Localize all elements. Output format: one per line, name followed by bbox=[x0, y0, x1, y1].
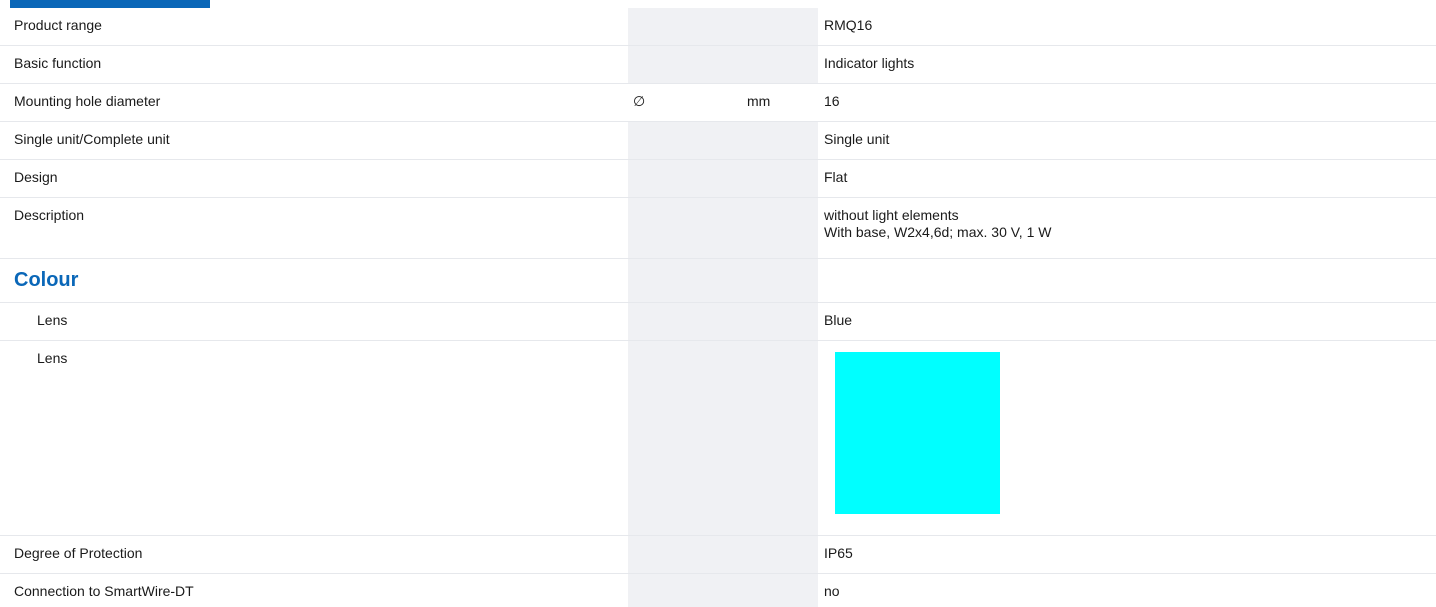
row-label: Basic function bbox=[14, 55, 102, 71]
table-row: Degree of Protection IP65 bbox=[0, 535, 1436, 574]
unit-label: mm bbox=[747, 93, 771, 109]
table-row: Design Flat bbox=[0, 159, 1436, 198]
row-label: Description bbox=[14, 207, 85, 223]
row-label: Lens bbox=[37, 312, 68, 328]
row-value: IP65 bbox=[824, 545, 853, 561]
row-value: Flat bbox=[824, 169, 848, 185]
row-value: Blue bbox=[824, 312, 853, 328]
lens-colour-swatch bbox=[835, 352, 1000, 514]
spec-table: Product range RMQ16 Basic function Indic… bbox=[0, 8, 1436, 607]
table-row: Basic function Indicator lights bbox=[0, 45, 1436, 84]
clipped-section-heading bbox=[10, 0, 210, 8]
section-header-row: Colour bbox=[0, 258, 1436, 303]
row-label: Lens bbox=[37, 350, 68, 366]
row-value: no bbox=[824, 583, 840, 599]
row-value: 16 bbox=[824, 93, 840, 109]
table-row: Description without light elements With … bbox=[0, 197, 1436, 259]
clipped-heading-fragment bbox=[10, 0, 210, 8]
description-line-1: without light elements bbox=[824, 207, 959, 223]
row-value: Indicator lights bbox=[824, 55, 915, 71]
table-row: Product range RMQ16 bbox=[0, 8, 1436, 46]
row-label: Connection to SmartWire-DT bbox=[14, 583, 194, 599]
row-label: Design bbox=[14, 169, 58, 185]
row-value: RMQ16 bbox=[824, 17, 873, 33]
row-label: Degree of Protection bbox=[14, 545, 143, 561]
row-label: Product range bbox=[14, 17, 102, 33]
row-value: Single unit bbox=[824, 131, 890, 147]
table-row: Single unit/Complete unit Single unit bbox=[0, 121, 1436, 160]
row-label: Mounting hole diameter bbox=[14, 93, 161, 109]
table-row: Mounting hole diameter ∅ mm 16 bbox=[0, 83, 1436, 122]
table-row: Lens Blue bbox=[0, 302, 1436, 341]
table-row: Lens bbox=[0, 340, 1436, 536]
row-value: without light elements With base, W2x4,6… bbox=[818, 198, 1436, 241]
spec-page: Product range RMQ16 Basic function Indic… bbox=[0, 0, 1436, 607]
diameter-symbol: ∅ bbox=[633, 93, 646, 109]
section-title-colour: Colour bbox=[14, 269, 79, 291]
row-label: Single unit/Complete unit bbox=[14, 131, 170, 147]
table-row: Connection to SmartWire-DT no bbox=[0, 573, 1436, 607]
description-line-2: With base, W2x4,6d; max. 30 V, 1 W bbox=[824, 224, 1052, 240]
